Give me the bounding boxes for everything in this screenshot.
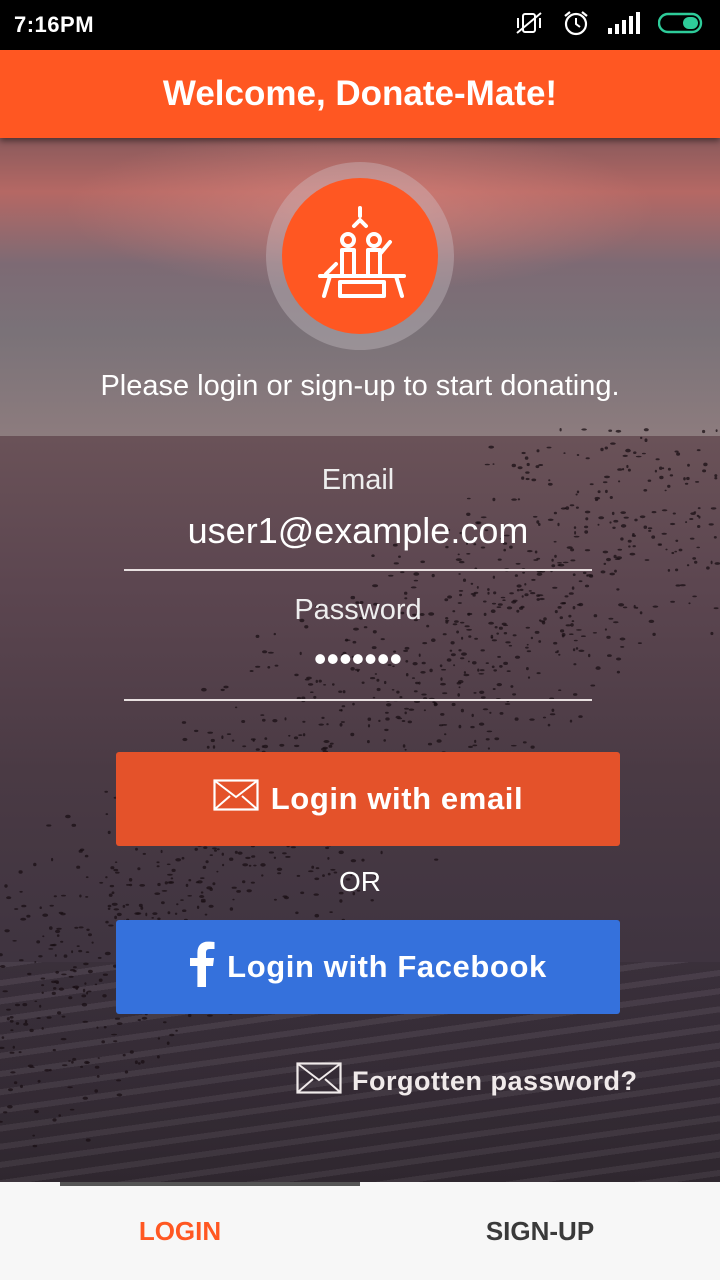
donate-logo-icon	[300, 194, 420, 319]
login-facebook-label: Login with Facebook	[227, 949, 547, 984]
alarm-icon	[562, 9, 590, 42]
login-facebook-button[interactable]: Login with Facebook	[116, 920, 620, 1014]
logo-circle	[282, 178, 438, 334]
mail-icon	[296, 1062, 342, 1101]
tab-signup[interactable]: SIGN-UP	[360, 1182, 720, 1280]
facebook-icon	[189, 939, 215, 995]
forgot-password-label: Forgotten password?	[352, 1066, 638, 1096]
logo	[266, 162, 454, 350]
status-time: 7:16PM	[14, 12, 95, 37]
battery-icon	[657, 12, 706, 39]
login-email-label: Login with email	[270, 781, 524, 816]
bottom-tabs: LOGIN SIGN-UP	[0, 1182, 720, 1280]
mail-icon	[213, 779, 259, 819]
password-label: Password	[294, 594, 422, 626]
email-label: Email	[321, 464, 395, 496]
intro-text: Please login or sign-up to start donatin…	[100, 370, 620, 402]
tab-login[interactable]: LOGIN	[0, 1182, 360, 1280]
status-icons	[514, 9, 706, 42]
password-field[interactable]: •••••••	[124, 638, 592, 680]
login-email-button[interactable]: Login with email	[116, 752, 620, 846]
signal-icon	[608, 11, 640, 39]
app-bar: Welcome, Donate-Mate!	[0, 50, 720, 138]
status-bar: 7:16PM	[0, 0, 720, 50]
app-title: Welcome, Donate-Mate!	[162, 74, 558, 113]
email-underline	[124, 569, 592, 571]
forgot-password-link[interactable]: Forgotten password?	[296, 1062, 638, 1101]
vibrate-off-icon	[514, 10, 544, 41]
email-field[interactable]: user1@example.com	[124, 510, 592, 552]
password-underline	[124, 699, 592, 701]
or-separator: OR	[339, 866, 381, 897]
